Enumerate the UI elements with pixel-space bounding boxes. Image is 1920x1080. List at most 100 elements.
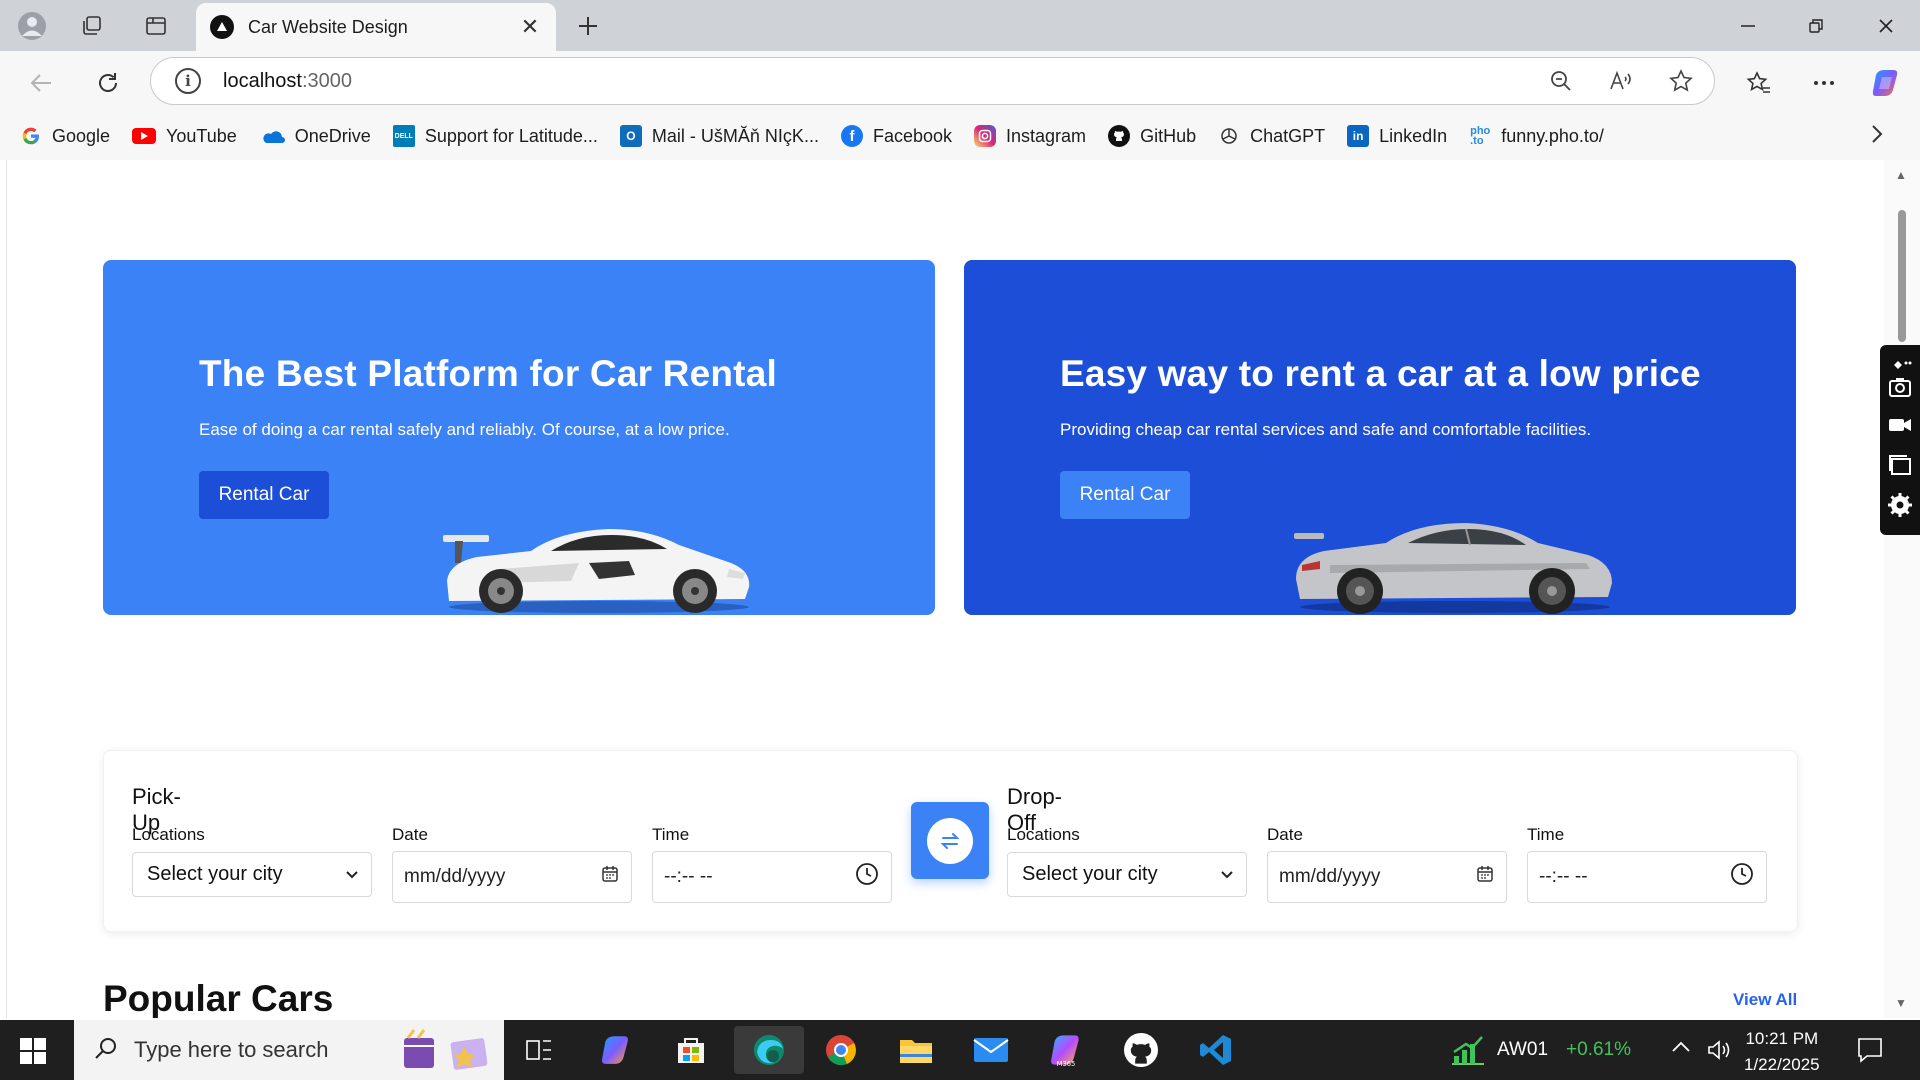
stock-chart-icon[interactable] — [1450, 1034, 1486, 1071]
bookmark-chatgpt[interactable]: ChatGPT — [1218, 125, 1325, 147]
volume-icon[interactable] — [1706, 1037, 1732, 1068]
dropoff-date-label: Date — [1267, 825, 1303, 844]
popular-cars-title: Popular Cars — [103, 978, 334, 1018]
pickup-date-input[interactable]: mm/dd/yyyy — [392, 851, 632, 903]
site-info-icon[interactable]: i — [175, 68, 201, 94]
photo-icon: pho .to — [1470, 125, 1491, 147]
clock-time: 10:21 PM — [1745, 1029, 1819, 1048]
windows-taskbar: Type here to search M365 AW01 +0.61% 10:… — [0, 1020, 1920, 1080]
instagram-icon — [974, 125, 997, 147]
chatgpt-icon — [1218, 125, 1240, 147]
tab-car-website[interactable]: Car Website Design ✕ — [196, 3, 556, 51]
swap-arrows-icon — [927, 817, 973, 864]
dropoff-time-input[interactable]: --:-- -- — [1527, 851, 1767, 903]
svg-text:M365: M365 — [1057, 1060, 1076, 1068]
bookmark-google[interactable]: Google — [20, 125, 110, 147]
tab-favicon-icon — [210, 15, 234, 39]
pickup-time-label: Time — [652, 825, 690, 844]
chevron-up-icon[interactable] — [1671, 1040, 1691, 1059]
video-record-icon[interactable] — [1888, 413, 1912, 437]
chrome-icon[interactable] — [814, 1026, 868, 1074]
copilot-icon[interactable] — [1866, 63, 1906, 103]
notifications-icon[interactable] — [1856, 1036, 1884, 1069]
task-view-icon[interactable] — [512, 1026, 566, 1074]
bookmark-label: Support for Latitude... — [424, 125, 598, 146]
minimize-icon[interactable] — [1714, 0, 1782, 51]
bookmark-onedrive[interactable]: OneDrive — [259, 125, 371, 147]
favorites-icon[interactable] — [1739, 63, 1779, 103]
taskbar-search-box[interactable]: Type here to search — [74, 1020, 504, 1080]
reload-icon[interactable] — [88, 63, 128, 103]
hero-subtitle: Providing cheap car rental services and … — [1060, 420, 1592, 439]
chevron-down-icon — [345, 863, 359, 886]
settings-gear-icon[interactable] — [1888, 493, 1912, 517]
bookmark-funny-photo[interactable]: pho .to funny.pho.to/ — [1469, 125, 1604, 147]
search-highlight-icon — [394, 1028, 494, 1079]
pickup-time-input[interactable]: --:-- -- — [652, 851, 892, 903]
dropoff-date-placeholder: mm/dd/yyyy — [1279, 866, 1381, 887]
tab-close-icon[interactable]: ✕ — [518, 14, 542, 40]
more-menu-icon[interactable] — [1804, 63, 1844, 103]
file-explorer-icon[interactable] — [889, 1026, 943, 1074]
github-icon — [1108, 125, 1131, 147]
dropoff-time-placeholder: --:-- -- — [1539, 866, 1588, 887]
favorite-star-icon[interactable] — [1666, 66, 1696, 96]
clock-icon[interactable] — [1730, 862, 1754, 892]
scroll-thumb[interactable] — [1898, 210, 1906, 342]
restore-icon[interactable] — [1782, 0, 1850, 51]
mail-icon[interactable] — [964, 1026, 1018, 1074]
window-capture-icon[interactable] — [1888, 453, 1912, 477]
microsoft-365-icon[interactable]: M365 — [1039, 1026, 1093, 1074]
scroll-up-arrow-icon[interactable]: ▲ — [1895, 168, 1907, 182]
copilot-taskbar-icon[interactable] — [589, 1026, 643, 1074]
pickup-location-select[interactable]: Select your city — [132, 852, 372, 897]
bookmark-dell-support[interactable]: DELL Support for Latitude... — [392, 125, 598, 147]
bookmark-instagram[interactable]: Instagram — [974, 125, 1086, 147]
back-icon[interactable] — [22, 63, 62, 103]
scroll-down-arrow-icon[interactable]: ▼ — [1895, 996, 1907, 1010]
dropoff-location-select[interactable]: Select your city — [1007, 852, 1247, 897]
rental-car-button[interactable]: Rental Car — [199, 471, 329, 519]
tab-actions-icon[interactable] — [138, 8, 174, 44]
microsoft-store-icon[interactable] — [664, 1026, 718, 1074]
clock-icon[interactable] — [855, 862, 879, 892]
read-aloud-icon[interactable] — [1606, 66, 1636, 96]
calendar-icon[interactable] — [1476, 865, 1494, 889]
bookmark-label: Facebook — [872, 125, 953, 146]
workspaces-icon[interactable] — [74, 8, 110, 44]
profile-icon[interactable] — [14, 8, 50, 44]
bookmark-facebook[interactable]: f Facebook — [840, 125, 953, 147]
rental-car-button[interactable]: Rental Car — [1060, 471, 1190, 519]
calendar-icon[interactable] — [601, 865, 619, 889]
swap-locations-button[interactable] — [911, 802, 989, 879]
pickup-location-value: Select your city — [147, 863, 283, 885]
new-tab-icon[interactable] — [570, 8, 606, 44]
url-host: localhost — [223, 69, 302, 92]
pin-icon[interactable] — [1888, 351, 1912, 375]
camera-icon[interactable] — [1888, 375, 1912, 399]
windows-start-icon[interactable] — [20, 1038, 46, 1069]
close-window-icon[interactable] — [1852, 0, 1920, 51]
zoom-out-icon[interactable] — [1546, 66, 1576, 96]
pickup-date-placeholder: mm/dd/yyyy — [404, 866, 506, 887]
pickup-locations-label: Locations — [132, 825, 205, 844]
dropoff-location-value: Select your city — [1022, 863, 1158, 885]
dropoff-locations-label: Locations — [1007, 825, 1080, 844]
bookmark-mail[interactable]: O Mail - UšMĂň NIçK... — [619, 125, 819, 147]
pickup-date-label: Date — [392, 825, 428, 844]
chevron-right-icon[interactable] — [1870, 124, 1884, 150]
bookmark-linkedin[interactable]: in LinkedIn — [1347, 125, 1447, 147]
url-bar[interactable]: i localhost:3000 — [150, 57, 1715, 105]
booking-panel: Pick-Up Locations Select your city Date … — [103, 750, 1798, 932]
address-toolbar: i localhost:3000 — [0, 51, 1920, 112]
bookmark-github[interactable]: GitHub — [1108, 125, 1196, 147]
chevron-down-icon — [1220, 863, 1234, 886]
view-all-link[interactable]: View All — [1733, 990, 1797, 1010]
screen-capture-widget — [1880, 345, 1920, 535]
dropoff-date-input[interactable]: mm/dd/yyyy — [1267, 851, 1507, 903]
github-desktop-icon[interactable] — [1114, 1026, 1168, 1074]
edge-browser-icon[interactable] — [734, 1026, 804, 1074]
system-clock[interactable]: 10:21 PM 1/22/2025 — [1744, 1026, 1820, 1078]
bookmark-youtube[interactable]: YouTube — [132, 126, 237, 147]
vscode-icon[interactable] — [1189, 1026, 1243, 1074]
